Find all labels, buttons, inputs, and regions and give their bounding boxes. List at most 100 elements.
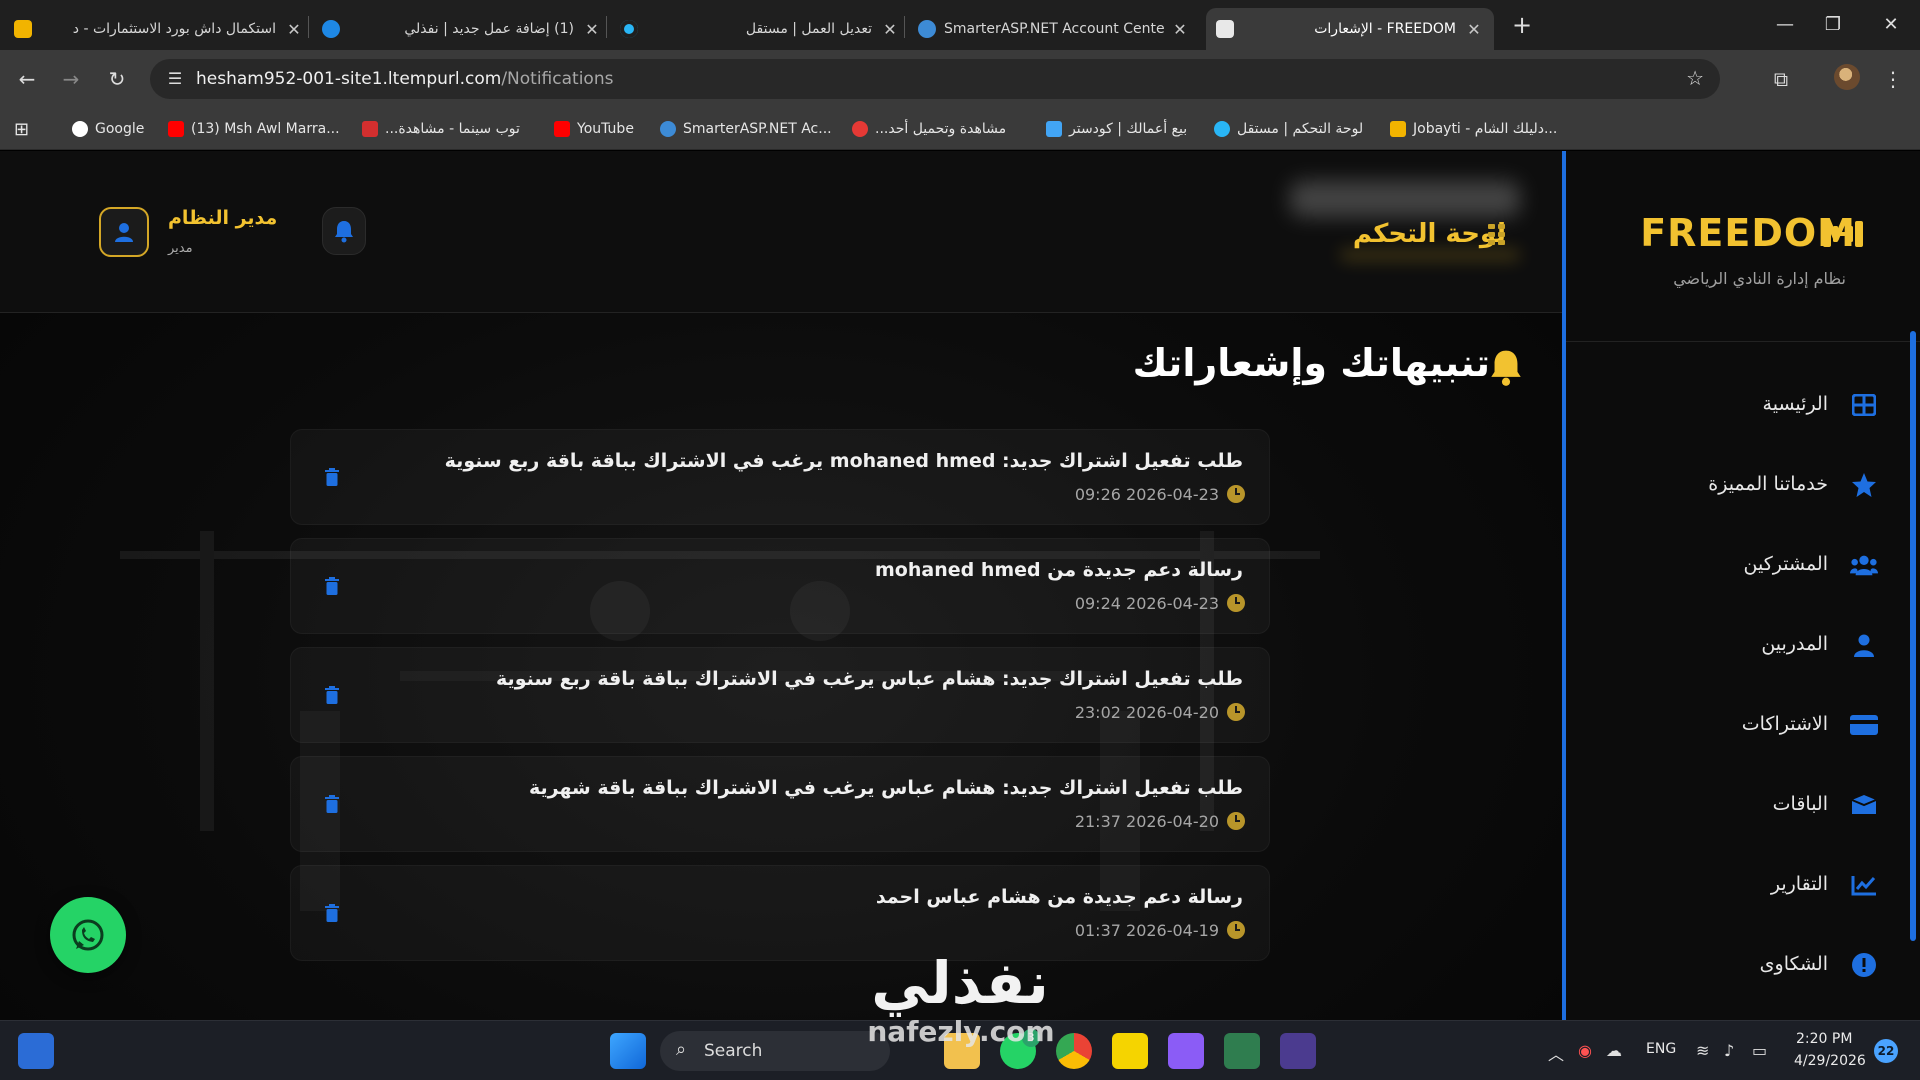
notifications-button[interactable]	[322, 207, 366, 255]
windows-start-icon[interactable]	[610, 1033, 646, 1069]
battery-icon[interactable]: ▭	[1752, 1041, 1767, 1060]
bookmark-star-icon[interactable]: ☆	[1686, 66, 1704, 90]
sidebar-item-services[interactable]: خدماتنا المميزة	[1606, 465, 1878, 505]
notification-time: 09:26 2026-04-23	[1074, 485, 1219, 504]
box-icon	[1850, 791, 1878, 819]
terminal-icon[interactable]	[1280, 1033, 1316, 1069]
bookmark-mostaql[interactable]: لوحة التحكم | مستقل	[1214, 118, 1363, 140]
clock-icon	[1227, 703, 1245, 721]
trash-icon[interactable]	[325, 795, 339, 813]
youtube-icon	[168, 121, 184, 137]
bell-icon	[1491, 350, 1521, 386]
tab-title: FREEDOM - الإشعارات	[1314, 21, 1456, 37]
url-text[interactable]: hesham952-001-site1.ltempurl.com/Notific…	[196, 69, 613, 89]
bell-icon	[335, 221, 353, 243]
extensions-icon[interactable]: ⧉	[1766, 64, 1796, 94]
bookmark-google[interactable]: Google	[72, 118, 144, 140]
user-avatar[interactable]	[99, 207, 149, 257]
apps-grid-icon[interactable]: ⊞	[14, 118, 29, 140]
trash-icon[interactable]	[325, 468, 339, 486]
user-role: مدير	[168, 241, 193, 256]
bookmark-youtube[interactable]: YouTube	[554, 118, 634, 140]
reload-icon[interactable]: ↻	[102, 64, 132, 94]
notification-item[interactable]: طلب تفعيل اشتراك جديد: هشام عباس يرغب في…	[290, 647, 1270, 743]
profile-avatar[interactable]	[1834, 64, 1860, 90]
notification-time: 01:37 2026-04-19	[1074, 921, 1219, 940]
close-icon[interactable]: ✕	[1170, 20, 1190, 39]
bookmark-youtube-video[interactable]: (13) Msh Awl Marra...	[168, 118, 340, 140]
close-icon[interactable]: ✕	[284, 20, 304, 39]
sidebar-item-packages[interactable]: الباقات	[1606, 785, 1878, 825]
chevron-up-icon[interactable]: ︿	[1548, 1041, 1564, 1065]
android-studio-icon[interactable]	[1224, 1033, 1260, 1069]
notification-item[interactable]: طلب تفعيل اشتراك جديد: mohaned hmed يرغب…	[290, 429, 1270, 525]
bookmark-movies[interactable]: مشاهدة وتحميل أحد...	[852, 118, 1006, 140]
notification-item[interactable]: رسالة دعم جديدة من mohaned hmed 09:24 20…	[290, 538, 1270, 634]
sidebar-item-home[interactable]: الرئيسية	[1606, 385, 1878, 425]
close-icon[interactable]: ✕	[582, 20, 602, 39]
new-tab-button[interactable]: +	[1508, 12, 1536, 40]
sidebar-scrollbar[interactable]	[1910, 331, 1916, 941]
sidebar-item-subscriptions[interactable]: الاشتراكات	[1606, 705, 1878, 745]
tab-separator	[308, 16, 309, 38]
sidebar-item-label: المشتركين	[1743, 553, 1828, 575]
trash-icon[interactable]	[325, 577, 339, 595]
sidebar-item-subscribers[interactable]: المشتركين	[1606, 545, 1878, 585]
sidebar-item-reports[interactable]: التقارير	[1606, 865, 1878, 905]
widgets-icon[interactable]	[18, 1033, 54, 1069]
site-info-icon[interactable]: ☰	[164, 68, 186, 90]
antivirus-icon[interactable]: ◉	[1578, 1041, 1592, 1060]
movie-site-icon	[852, 121, 868, 137]
clock-date[interactable]: 4/29/2026	[1794, 1053, 1866, 1069]
tab-2[interactable]: (1) إضافة عمل جديد | نفذلي ✕	[322, 8, 602, 50]
trash-icon[interactable]	[325, 904, 339, 922]
dashboard-title[interactable]: لوحة التحكم	[1336, 219, 1506, 249]
smarterasp-favicon-icon	[918, 20, 936, 38]
grid-icon	[1850, 391, 1878, 419]
restore-icon[interactable]: ❐	[1818, 12, 1848, 38]
main-content: لوحة التحكم مدير النظام مدير تنبيهاتك وإ…	[0, 151, 1562, 1020]
address-bar[interactable]: ☰ hesham952-001-site1.ltempurl.com/Notif…	[150, 59, 1720, 99]
menu-dots-icon[interactable]: ⋮	[1878, 64, 1908, 94]
clock-time[interactable]: 2:20 PM	[1796, 1031, 1852, 1047]
sidebar: FREEDOM نظام إدارة النادي الرياضي الرئيس…	[1566, 151, 1920, 1020]
close-icon[interactable]: ✕	[880, 20, 900, 39]
notification-item[interactable]: رسالة دعم جديدة من هشام عباس احمد 01:37 …	[290, 865, 1270, 961]
trash-icon[interactable]	[325, 686, 339, 704]
sidebar-item-label: الشكاوى	[1759, 953, 1828, 975]
sidebar-item-complaints[interactable]: الشكاوى	[1606, 945, 1878, 985]
bookmark-codester[interactable]: بيع أعمالك | كودستر	[1046, 118, 1187, 140]
close-icon[interactable]: ✕	[1464, 20, 1484, 39]
tab-3[interactable]: تعديل العمل | مستقل ✕	[620, 8, 900, 50]
wifi-icon[interactable]: ≋	[1696, 1041, 1709, 1060]
minimize-icon[interactable]: —	[1770, 12, 1800, 38]
bookmark-smarterasp[interactable]: SmarterASP.NET Ac...	[660, 118, 832, 140]
visual-studio-icon[interactable]	[1168, 1033, 1204, 1069]
sticky-notes-icon[interactable]	[1112, 1033, 1148, 1069]
notification-item[interactable]: طلب تفعيل اشتراك جديد: هشام عباس يرغب في…	[290, 756, 1270, 852]
onedrive-icon[interactable]: ☁	[1606, 1041, 1622, 1060]
tab-title: استكمال داش بورد الاستثمارات - د	[72, 21, 276, 37]
tab-5-active[interactable]: FREEDOM - الإشعارات ✕	[1206, 8, 1494, 50]
codester-icon	[1046, 121, 1062, 137]
bookmarks-bar: ⊞ Google (13) Msh Awl Marra... توب سينما…	[0, 108, 1920, 150]
alert-icon	[1850, 951, 1878, 979]
language-indicator[interactable]: ENG	[1646, 1041, 1676, 1057]
volume-icon[interactable]: ♪	[1724, 1041, 1734, 1060]
bookmark-label: Google	[95, 121, 145, 137]
back-icon[interactable]: ←	[12, 64, 42, 94]
tab-1[interactable]: استكمال داش بورد الاستثمارات - د ✕	[14, 8, 304, 50]
tab-4[interactable]: SmarterASP.NET Account Cente ✕	[918, 8, 1190, 50]
sidebar-item-trainers[interactable]: المدربين	[1606, 625, 1878, 665]
forward-icon[interactable]: →	[56, 64, 86, 94]
topcinema-icon	[362, 121, 378, 137]
bookmark-label: Jobayti - دليلك الشام...	[1413, 121, 1558, 137]
notification-center-badge[interactable]: 22	[1874, 1039, 1898, 1063]
bookmark-topcinema[interactable]: توب سينما - مشاهدة...	[362, 118, 520, 140]
bookmark-jobayti[interactable]: Jobayti - دليلك الشام...	[1390, 118, 1557, 140]
browser-toolbar: ← → ↻ ☰ hesham952-001-site1.ltempurl.com…	[0, 50, 1920, 108]
page-header: لوحة التحكم مدير النظام مدير	[0, 151, 1562, 313]
whatsapp-button[interactable]	[50, 897, 126, 973]
window-close-icon[interactable]: ✕	[1876, 12, 1906, 38]
brand-name[interactable]: FREEDOM	[1616, 211, 1856, 255]
